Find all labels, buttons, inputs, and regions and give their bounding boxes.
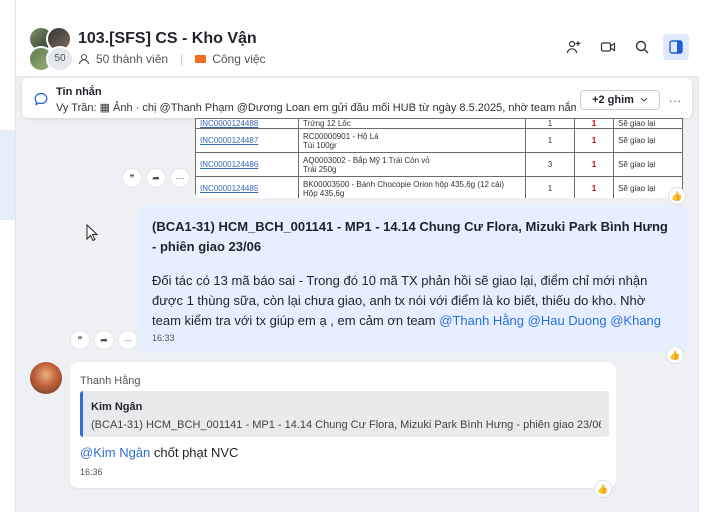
add-member-button[interactable]: [561, 34, 587, 60]
order-id-cell: INC0000124485: [195, 176, 299, 198]
report-cell: 1: [574, 176, 614, 198]
status-cell: Sẽ giao lại: [613, 128, 683, 153]
mention-link[interactable]: @Khang: [610, 313, 661, 328]
pinned-preview[interactable]: Vy Trần: ▦ Ảnh · chị @Thanh Phạm @Dương …: [56, 101, 576, 114]
quantity-cell: 3: [525, 152, 575, 177]
forward-icon: ➦: [100, 334, 108, 345]
table-row: INC0000124487 RC00000901 - Hộ Lá Túi 100gr…: [195, 128, 683, 153]
reply-body: chốt phạt NVC: [150, 445, 239, 460]
quote-button[interactable]: ❞: [70, 330, 90, 350]
member-icon: [78, 53, 90, 65]
sender-avatar[interactable]: [30, 362, 62, 394]
group-avatar[interactable]: 50: [28, 26, 74, 72]
conversation-title[interactable]: 103.[SFS] CS - Kho Vận: [78, 30, 257, 48]
forward-icon: ➦: [152, 172, 160, 183]
quoted-sender: Kim Ngân: [91, 401, 143, 413]
table-row: INC0000124488 Trứng 12 Lốc 1 1 Sẽ giao lại: [195, 118, 683, 129]
more-button[interactable]: ···: [118, 330, 138, 350]
chevron-down-icon: [640, 97, 648, 102]
forward-button[interactable]: ➦: [94, 330, 114, 350]
message-actions: ❞ ➦ ···: [122, 168, 190, 188]
divider: |: [180, 52, 184, 66]
member-count[interactable]: 50 thành viên: [96, 52, 168, 66]
search-button[interactable]: [629, 34, 655, 60]
video-call-button[interactable]: [595, 34, 621, 60]
own-message[interactable]: (BCA1-31) HCM_BCH_001141 - MP1 - 14.14 C…: [140, 205, 687, 353]
reply-message[interactable]: Thanh Hằng Kim Ngân (BCA1-31) HCM_BCH_00…: [70, 362, 616, 488]
more-icon: ···: [123, 335, 133, 345]
sender-name[interactable]: Thanh Hằng: [80, 375, 141, 387]
order-id-cell: INC0000124487: [195, 128, 299, 153]
message-time: 16:36: [80, 467, 103, 477]
quote-icon: ❞: [129, 172, 135, 183]
item-cell: AQ0003002 - Bắp Mỹ 1 Trái Còn vỏ Trái 250…: [298, 152, 526, 177]
image-message[interactable]: INC0000124488 Trứng 12 Lốc 1 1 Sẽ giao lại IN…: [195, 118, 683, 198]
message-bubble-icon: [34, 92, 48, 106]
pinned-title: Tin nhắn: [56, 86, 102, 98]
mention-link[interactable]: @Kim Ngân: [80, 445, 150, 460]
reply-text: @Kim Ngân chốt phạt NVC: [80, 445, 238, 460]
status-cell: Sẽ giao lại: [613, 118, 683, 129]
right-panel-edge: [698, 0, 713, 512]
quote-button[interactable]: ❞: [122, 168, 142, 188]
order-id-cell: INC0000124488: [195, 118, 299, 129]
like-reaction-button[interactable]: 👍: [668, 187, 686, 205]
quote-icon: ❞: [77, 334, 83, 345]
header-actions: [561, 34, 689, 60]
quoted-text: (BCA1-31) HCM_BCH_001141 - MP1 - 14.14 C…: [91, 419, 601, 431]
item-cell: RC00000901 - Hộ Lá Túi 100gr: [298, 128, 526, 153]
message-time: 16:33: [152, 333, 175, 343]
more-pins-label: +2 ghim: [592, 94, 634, 106]
pinned-more-button[interactable]: ...: [669, 91, 682, 105]
video-call-icon: [600, 42, 616, 52]
message-headline: (BCA1-31) HCM_BCH_001141 - MP1 - 14.14 C…: [152, 219, 668, 254]
thumbs-up-icon: 👍: [669, 349, 681, 360]
mention-link[interactable]: @Hau Duong: [528, 313, 607, 328]
forward-button[interactable]: ➦: [146, 168, 166, 188]
search-icon: [635, 40, 649, 54]
report-cell: 1: [574, 118, 614, 129]
quantity-cell: 1: [525, 128, 575, 153]
sidebar-toggle-icon: [669, 40, 683, 54]
quoted-message[interactable]: Kim Ngân (BCA1-31) HCM_BCH_001141 - MP1 …: [80, 391, 609, 437]
item-cell: BK00003500 - Bánh Chocopie Orion hộp 435…: [298, 176, 526, 198]
like-reaction-button[interactable]: 👍: [594, 480, 612, 498]
report-cell: 1: [574, 128, 614, 153]
left-sidebar-edge: [0, 0, 16, 512]
message-body: Đối tác có 13 mã báo sai - Trong đó 10 m…: [152, 271, 677, 331]
conversation-subtitle: 50 thành viên | Công việc: [78, 52, 266, 66]
sidebar-toggle-button[interactable]: [663, 34, 689, 60]
mouse-cursor-icon: [86, 224, 98, 242]
member-count-avatar: 50: [46, 46, 74, 72]
order-id-cell: INC0000124486: [195, 152, 299, 177]
item-cell: Trứng 12 Lốc: [298, 118, 526, 129]
thumbs-up-icon: 👍: [597, 483, 609, 494]
more-icon: ···: [175, 173, 185, 183]
quantity-cell: 1: [525, 176, 575, 198]
pinned-messages-bar[interactable]: Tin nhắn Vy Trần: ▦ Ảnh · chị @Thanh Phạ…: [22, 78, 692, 118]
status-cell: Sẽ giao lại: [613, 152, 683, 177]
quantity-cell: 1: [525, 118, 575, 129]
left-sidebar-selected-item[interactable]: [0, 130, 15, 220]
table-row: INC0000124485 BK00003500 - Bánh Chocopie …: [195, 176, 683, 198]
table-row: INC0000124486 AQ0003002 - Bắp Mỹ 1 Trái C…: [195, 152, 683, 177]
category-label[interactable]: Công việc: [212, 52, 265, 66]
message-actions: ❞ ➦ ···: [70, 330, 138, 350]
thumbs-up-icon: 👍: [671, 190, 683, 201]
chat-header: 50 103.[SFS] CS - Kho Vận 50 thành viên …: [16, 0, 699, 77]
mention-link[interactable]: @Thanh Hằng: [439, 313, 524, 328]
add-member-icon: [566, 40, 581, 54]
like-reaction-button[interactable]: 👍: [666, 346, 684, 364]
report-table-image: INC0000124488 Trứng 12 Lốc 1 1 Sẽ giao lại IN…: [195, 118, 683, 198]
more-button[interactable]: ···: [170, 168, 190, 188]
more-pins-button[interactable]: +2 ghim: [580, 90, 660, 110]
category-tag-icon: [195, 55, 207, 63]
report-cell: 1: [574, 152, 614, 177]
